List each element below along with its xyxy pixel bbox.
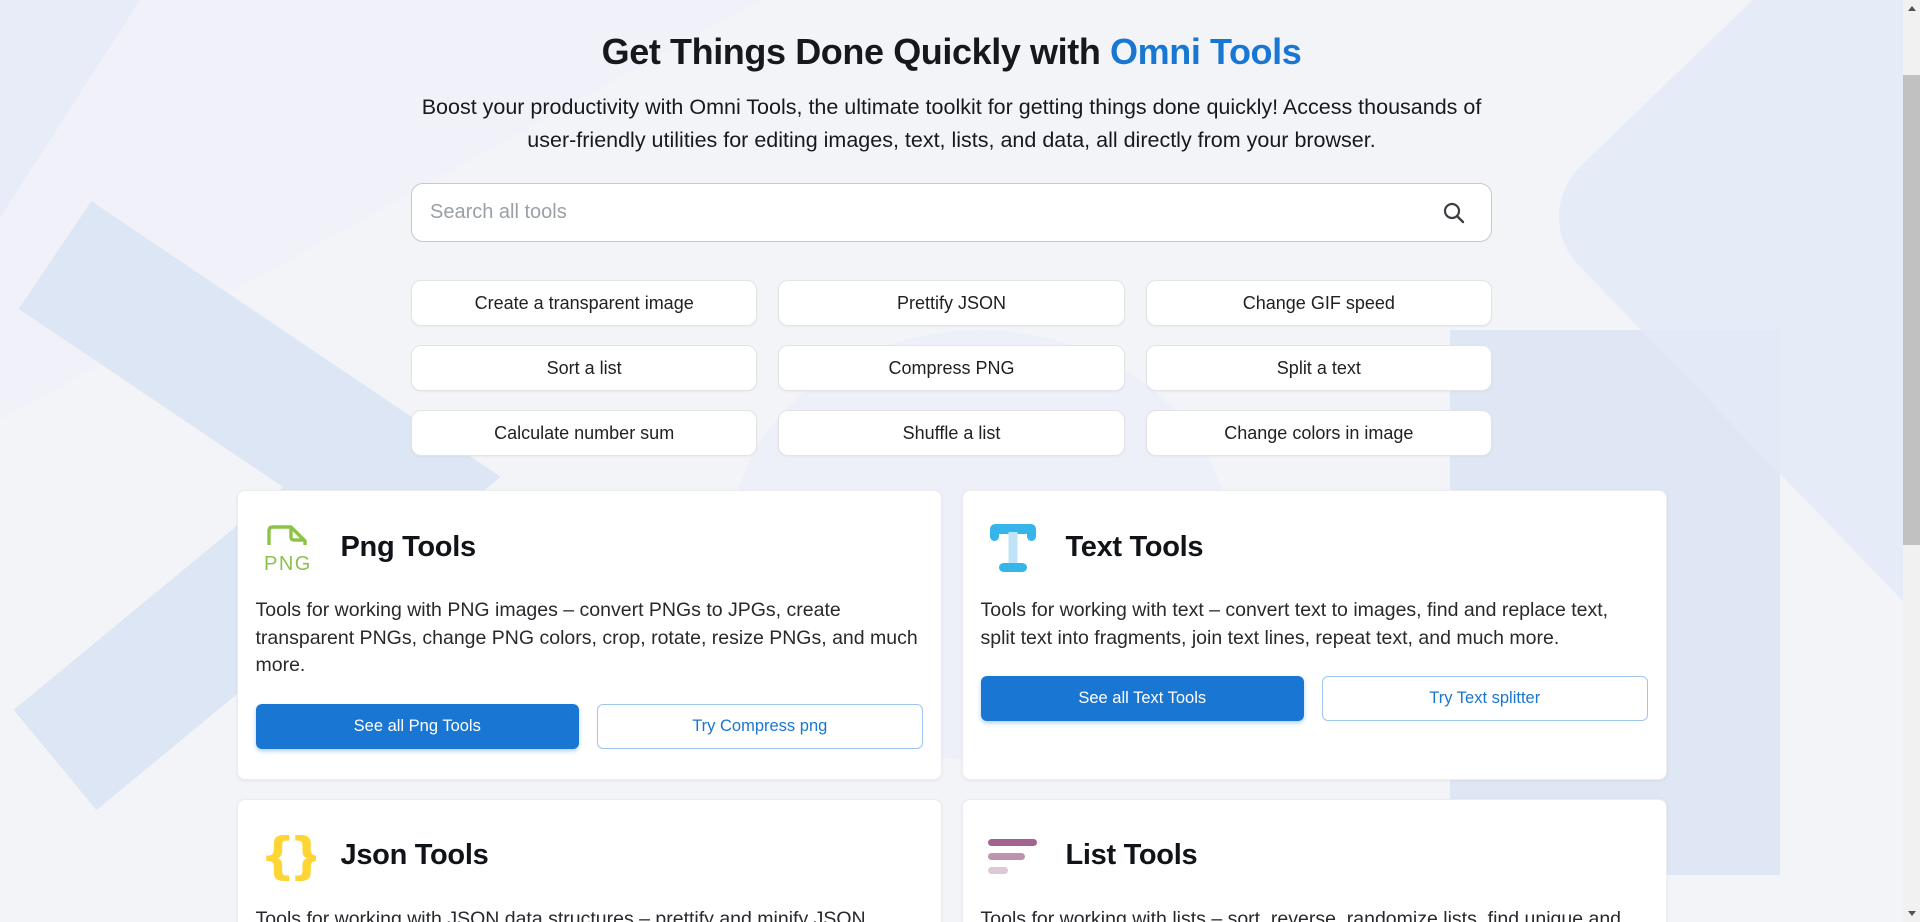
list-lines-icon bbox=[985, 828, 1041, 884]
quick-tool-split-a-text[interactable]: Split a text bbox=[1146, 345, 1492, 391]
scrollbar-thumb[interactable] bbox=[1903, 75, 1920, 545]
quick-tools-grid: Create a transparent image Prettify JSON… bbox=[411, 280, 1492, 456]
svg-text:}: } bbox=[289, 828, 316, 884]
page-viewport: Get Things Done Quickly with Omni Tools … bbox=[0, 0, 1903, 922]
quick-tool-create-transparent-image[interactable]: Create a transparent image bbox=[411, 280, 757, 326]
curly-braces-icon: { } bbox=[260, 828, 316, 884]
png-file-icon: PNG bbox=[260, 519, 316, 575]
card-title: Png Tools bbox=[341, 531, 476, 564]
png-tools-card: PNG Png Tools Tools for working with PNG… bbox=[237, 490, 942, 780]
quick-tool-shuffle-a-list[interactable]: Shuffle a list bbox=[778, 410, 1124, 456]
text-tools-card: Text Tools Tools for working with text –… bbox=[962, 490, 1667, 780]
text-t-icon bbox=[985, 519, 1041, 575]
card-description: Tools for working with lists – sort, rev… bbox=[981, 906, 1648, 922]
card-title: Text Tools bbox=[1066, 531, 1204, 564]
search-box[interactable] bbox=[411, 183, 1492, 242]
see-all-png-tools-button[interactable]: See all Png Tools bbox=[256, 704, 580, 749]
tool-category-cards: PNG Png Tools Tools for working with PNG… bbox=[237, 490, 1667, 922]
card-header: { } Json Tools bbox=[256, 828, 923, 884]
svg-text:PNG: PNG bbox=[264, 553, 312, 575]
quick-tool-calculate-number-sum[interactable]: Calculate number sum bbox=[411, 410, 757, 456]
page-title-text: Get Things Done Quickly with bbox=[602, 31, 1110, 72]
quick-tool-change-colors-in-image[interactable]: Change colors in image bbox=[1146, 410, 1492, 456]
card-actions: See all Png Tools Try Compress png bbox=[256, 704, 923, 749]
quick-tool-compress-png[interactable]: Compress PNG bbox=[778, 345, 1124, 391]
card-actions: See all Text Tools Try Text splitter bbox=[981, 676, 1648, 721]
card-description: Tools for working with JSON data structu… bbox=[256, 906, 923, 922]
search-button[interactable] bbox=[1439, 198, 1469, 228]
quick-tool-prettify-json[interactable]: Prettify JSON bbox=[778, 280, 1124, 326]
up-arrow-icon bbox=[1908, 6, 1916, 11]
see-all-text-tools-button[interactable]: See all Text Tools bbox=[981, 676, 1305, 721]
scroll-up-arrow[interactable] bbox=[1903, 0, 1920, 17]
card-description: Tools for working with PNG images – conv… bbox=[256, 597, 923, 680]
search-input[interactable] bbox=[430, 201, 1439, 224]
card-header: List Tools bbox=[981, 828, 1648, 884]
vertical-scrollbar[interactable] bbox=[1903, 0, 1920, 922]
list-tools-card: List Tools Tools for working with lists … bbox=[962, 799, 1667, 922]
card-title: List Tools bbox=[1066, 839, 1198, 872]
brand-name: Omni Tools bbox=[1110, 31, 1301, 72]
scroll-down-arrow[interactable] bbox=[1903, 905, 1920, 922]
quick-tool-change-gif-speed[interactable]: Change GIF speed bbox=[1146, 280, 1492, 326]
quick-tool-sort-a-list[interactable]: Sort a list bbox=[411, 345, 757, 391]
down-arrow-icon bbox=[1908, 911, 1916, 916]
card-description: Tools for working with text – convert te… bbox=[981, 597, 1648, 652]
card-header: Text Tools bbox=[981, 519, 1648, 575]
page-title: Get Things Done Quickly with Omni Tools bbox=[0, 28, 1903, 76]
json-tools-card: { } Json Tools Tools for working with JS… bbox=[237, 799, 942, 922]
card-header: PNG Png Tools bbox=[256, 519, 923, 575]
search-icon bbox=[1442, 201, 1466, 225]
try-text-splitter-button[interactable]: Try Text splitter bbox=[1322, 676, 1648, 721]
card-title: Json Tools bbox=[341, 839, 489, 872]
page-subtitle: Boost your productivity with Omni Tools,… bbox=[407, 91, 1497, 157]
try-compress-png-button[interactable]: Try Compress png bbox=[597, 704, 923, 749]
